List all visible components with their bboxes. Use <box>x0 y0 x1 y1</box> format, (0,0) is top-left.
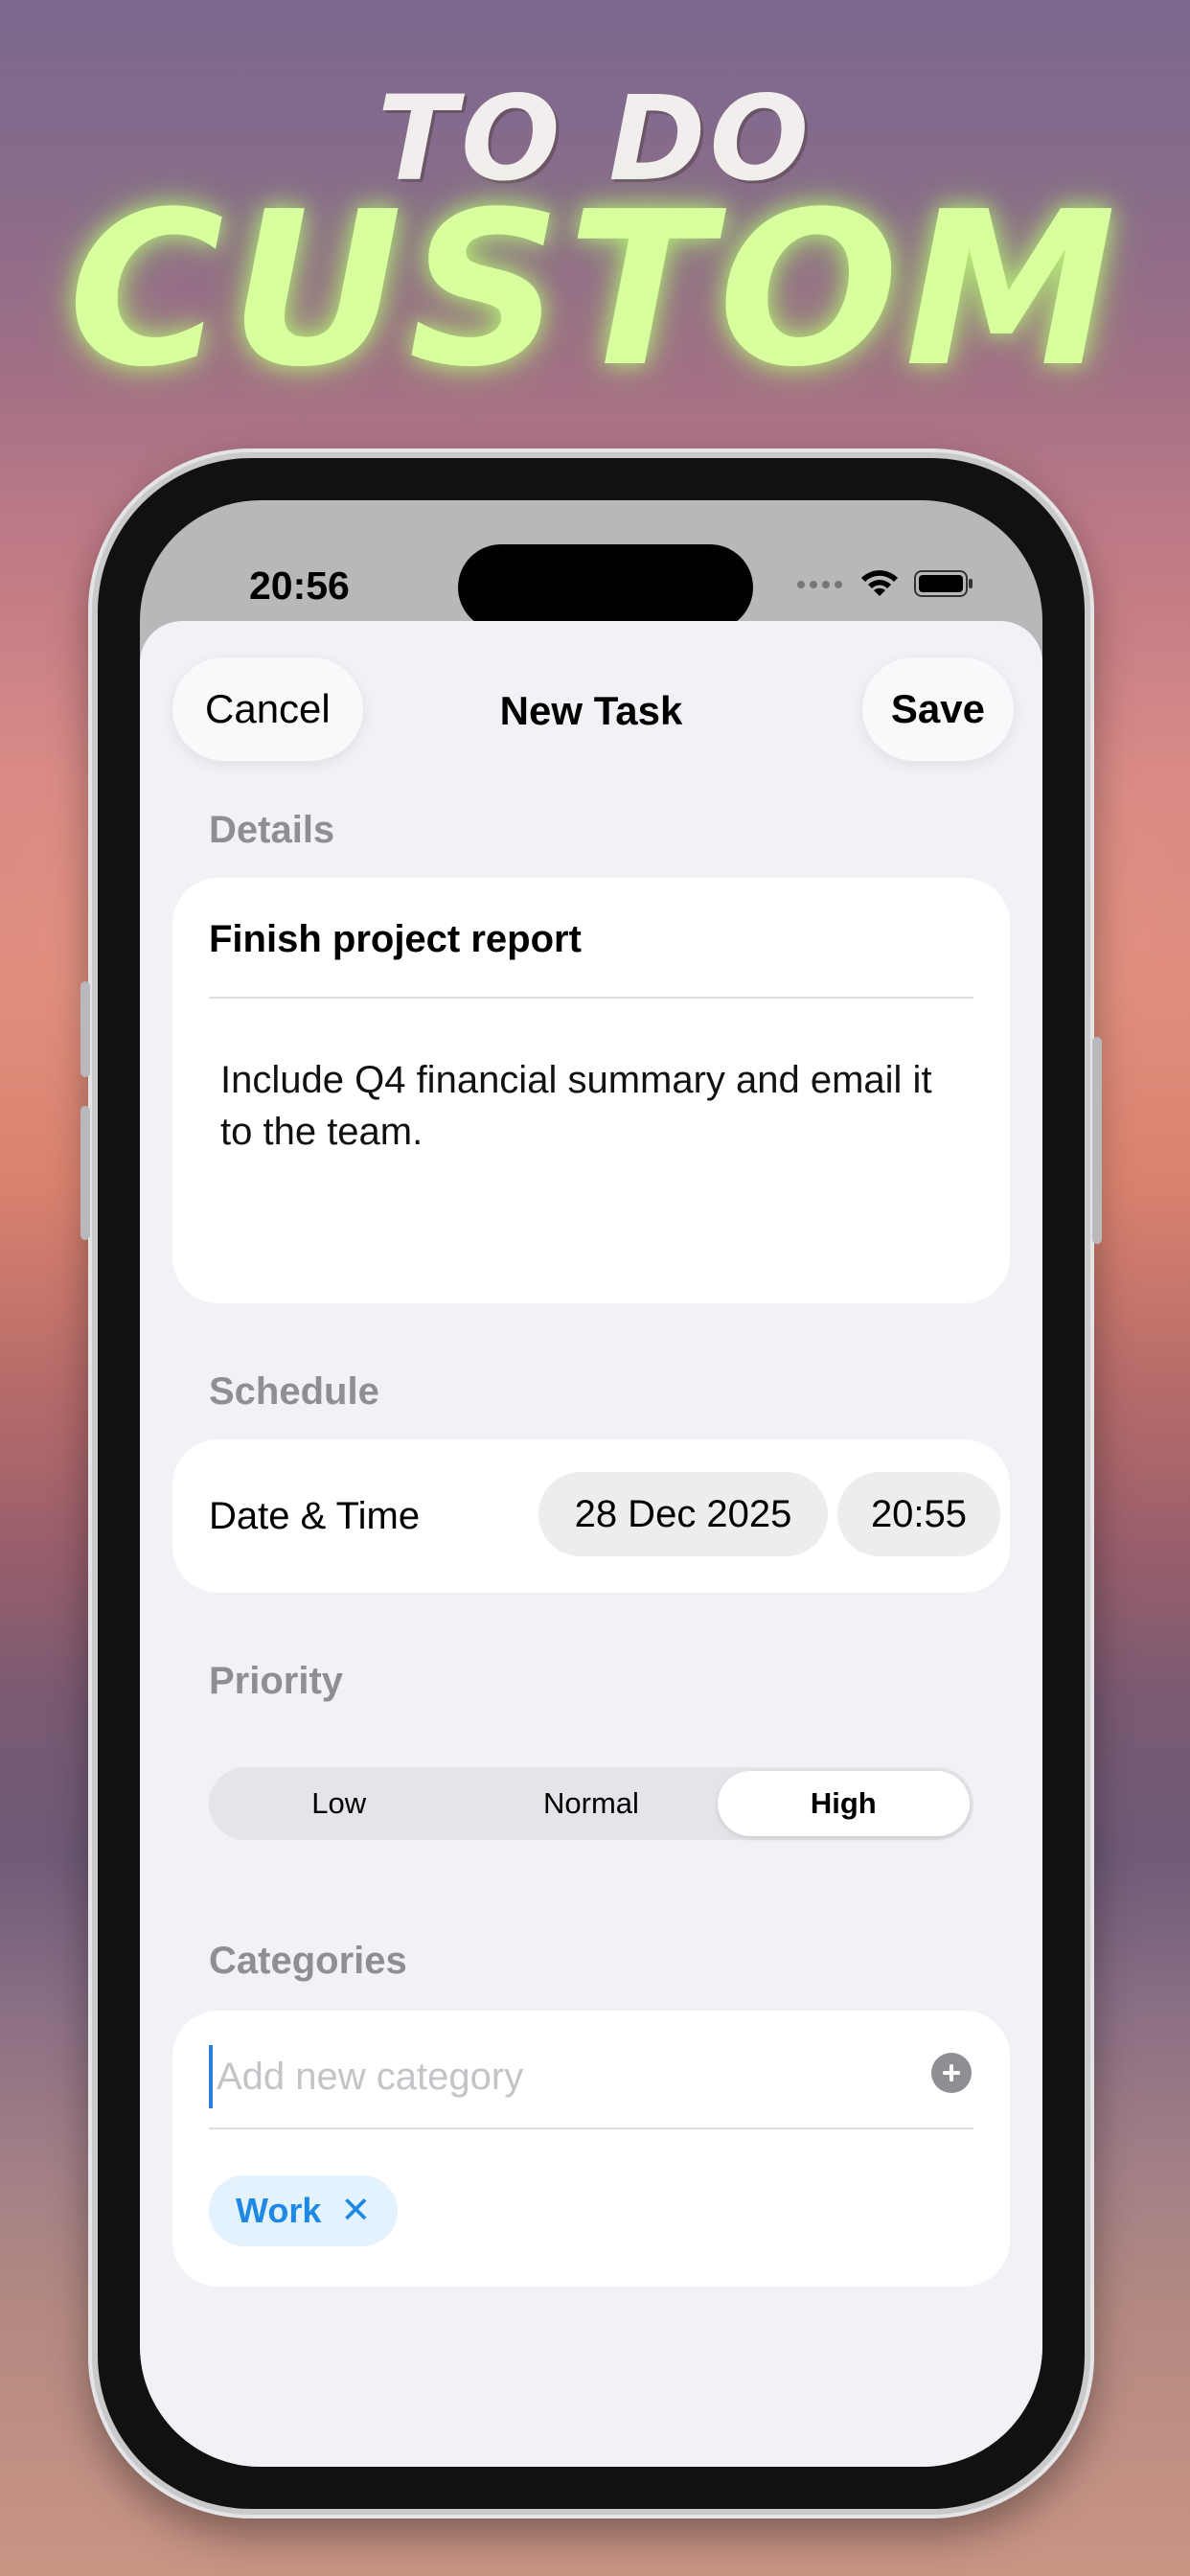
details-divider <box>209 997 973 999</box>
categories-card: Work ✕ <box>172 2011 1010 2287</box>
wifi-icon <box>858 567 901 605</box>
details-card: Finish project report Include Q4 financi… <box>172 878 1010 1303</box>
dynamic-island <box>458 544 753 631</box>
phone-bezel: 20:56 Cancel New Task Save Details Finis… <box>98 458 1085 2509</box>
side-button-left-2 <box>80 1106 90 1240</box>
section-title-priority: Priority <box>209 1660 344 1702</box>
date-time-label: Date & Time <box>209 1495 421 1537</box>
cellular-signal-icon <box>795 577 845 595</box>
close-icon[interactable]: ✕ <box>340 2193 371 2229</box>
side-button-right <box>1092 1037 1102 1244</box>
task-title-field[interactable]: Finish project report <box>209 918 582 961</box>
priority-option-normal[interactable]: Normal <box>465 1771 717 1836</box>
priority-segmented-control: Low Normal High <box>209 1767 973 1840</box>
plus-circle-icon[interactable] <box>931 2053 972 2093</box>
priority-option-low[interactable]: Low <box>213 1771 465 1836</box>
section-title-details: Details <box>209 809 335 851</box>
status-time: 20:56 <box>249 564 350 608</box>
schedule-card: Date & Time 28 Dec 2025 20:55 <box>172 1439 1010 1593</box>
date-picker[interactable]: 28 Dec 2025 <box>538 1472 828 1556</box>
save-button[interactable]: Save <box>861 657 1014 761</box>
category-tag-label: Work <box>236 2191 322 2230</box>
task-notes-field[interactable]: Include Q4 financial summary and email i… <box>220 1054 952 1158</box>
add-category-input[interactable] <box>209 2045 914 2108</box>
section-title-categories: Categories <box>209 1940 407 1982</box>
promo-headline-large: CUSTOM <box>67 167 1123 414</box>
categories-divider <box>209 2128 973 2129</box>
new-task-sheet: Cancel New Task Save Details Finish proj… <box>140 621 1042 2467</box>
phone-screen: 20:56 Cancel New Task Save Details Finis… <box>140 500 1042 2467</box>
status-icons <box>795 567 973 605</box>
category-tag-work: Work ✕ <box>209 2175 399 2246</box>
section-title-schedule: Schedule <box>209 1370 379 1413</box>
battery-icon <box>914 569 973 603</box>
side-button-left-1 <box>80 981 90 1077</box>
priority-option-high[interactable]: High <box>717 1771 970 1836</box>
phone-frame: 20:56 Cancel New Task Save Details Finis… <box>80 448 1102 2518</box>
time-picker[interactable]: 20:55 <box>837 1472 1000 1556</box>
